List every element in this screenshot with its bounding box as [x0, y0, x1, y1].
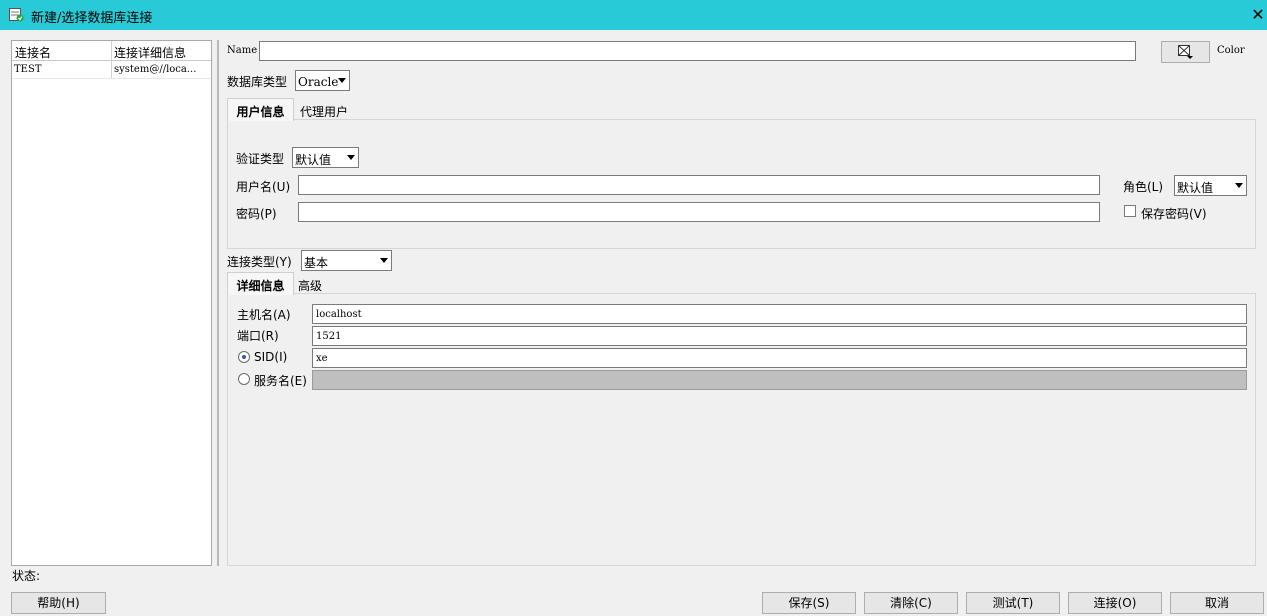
username-label: 用户名(U) [236, 180, 291, 194]
connection-name: TEST [14, 64, 42, 75]
hostname-label: 主机名(A) [237, 308, 291, 322]
username-input[interactable] [298, 175, 1100, 195]
tab-user-info[interactable]: 用户信息 [227, 98, 294, 121]
auth-type-label: 验证类型 [236, 152, 285, 166]
sid-radio[interactable] [238, 351, 250, 363]
password-label: 密码(P) [236, 207, 277, 221]
role-select[interactable]: 默认值 [1174, 175, 1247, 196]
save-password-label: 保存密码(V) [1141, 207, 1207, 221]
password-input[interactable] [298, 202, 1100, 222]
database-connection-icon [9, 8, 24, 22]
role-label: 角色(L) [1123, 180, 1164, 194]
name-input[interactable] [259, 41, 1136, 61]
tab-advanced[interactable]: 高级 [298, 277, 322, 294]
conn-type-label: 连接类型(Y) [227, 255, 292, 269]
db-type-select[interactable]: Oracle [295, 70, 350, 91]
color-label: Color [1217, 45, 1245, 56]
save-button[interactable]: 保存(S) [762, 592, 856, 614]
clear-button[interactable]: 清除(C) [864, 592, 958, 614]
status-label: 状态: [12, 569, 41, 583]
save-password-checkbox[interactable] [1124, 205, 1136, 217]
tab-proxy-user[interactable]: 代理用户 [300, 103, 348, 120]
test-button[interactable]: 测试(T) [966, 592, 1060, 614]
color-picker-button[interactable] [1161, 41, 1210, 63]
color-swatch-icon [1178, 45, 1193, 59]
hostname-input[interactable]: localhost [312, 304, 1247, 324]
chevron-down-icon [1235, 183, 1243, 188]
conn-type-select[interactable]: 基本 [301, 250, 392, 271]
name-label: Name [227, 45, 258, 56]
service-name-label: 服务名(E) [254, 374, 307, 388]
window-title: 新建/选择数据库连接 [31, 11, 153, 26]
column-header-details[interactable]: 连接详细信息 [114, 44, 186, 61]
chevron-down-icon [338, 78, 346, 83]
db-type-label: 数据库类型 [227, 75, 288, 89]
connect-button[interactable]: 连接(O) [1068, 592, 1162, 614]
chevron-down-icon [380, 258, 388, 263]
cancel-button[interactable]: 取消 [1170, 592, 1264, 614]
chevron-down-icon [347, 155, 355, 160]
sid-input[interactable]: xe [312, 348, 1247, 368]
connection-details: system@//loca... [114, 64, 197, 75]
column-header-name[interactable]: 连接名 [15, 44, 51, 61]
connection-list[interactable]: 连接名 连接详细信息 TEST system@//loca... [11, 40, 212, 566]
service-name-radio[interactable] [238, 373, 250, 385]
sid-label: SID(I) [254, 350, 288, 364]
close-icon[interactable]: ✕ [1248, 5, 1267, 25]
panel-splitter[interactable] [217, 40, 219, 566]
help-button[interactable]: 帮助(H) [11, 592, 106, 614]
tab-details[interactable]: 详细信息 [227, 272, 294, 295]
port-label: 端口(R) [237, 329, 279, 343]
connection-row[interactable]: TEST system@//loca... [12, 62, 211, 79]
title-bar [0, 0, 1267, 30]
service-name-input[interactable] [312, 370, 1247, 390]
auth-type-select[interactable]: 默认值 [292, 147, 359, 168]
port-input[interactable]: 1521 [312, 326, 1247, 346]
